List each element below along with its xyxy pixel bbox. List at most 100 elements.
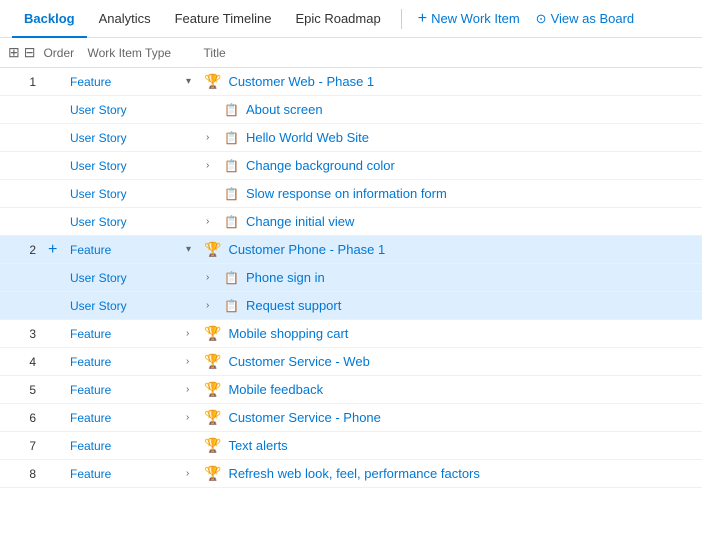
cell-order: 7 <box>8 439 48 453</box>
cell-title: › 📋 Hello World Web Site <box>186 130 694 145</box>
cell-title: ▾ 🏆 Customer Phone - Phase 1 <box>186 241 694 258</box>
table-row[interactable]: User Story 📋 About screen <box>0 96 702 124</box>
cell-title: ›🏆Refresh web look, feel, performance fa… <box>186 465 694 482</box>
story-icon: 📋 <box>224 131 239 145</box>
item-title-text[interactable]: Customer Web - Phase 1 <box>228 74 374 89</box>
cell-title: ›📋Change background color <box>186 158 694 173</box>
item-title-text[interactable]: Customer Service - Phone <box>228 410 380 425</box>
cell-work-item-type: User Story <box>66 271 186 285</box>
table-row[interactable]: 3 Feature›🏆Mobile shopping cart <box>0 320 702 348</box>
collapse-chevron-icon[interactable]: › <box>186 328 198 339</box>
feature-icon: 🏆 <box>204 437 221 454</box>
collapse-all-icon[interactable]: ⊟ <box>24 44 36 61</box>
item-title-text[interactable]: About screen <box>246 102 323 117</box>
cell-title: ›🏆Customer Service - Web <box>186 353 694 370</box>
table-row[interactable]: 6Feature›🏆Customer Service - Phone <box>0 404 702 432</box>
cell-title: › 📋 Change initial view <box>186 214 694 229</box>
column-order-header: Order <box>43 46 83 60</box>
story-icon: 📋 <box>224 103 239 117</box>
expand-chevron-icon[interactable]: ▾ <box>186 76 198 87</box>
backlog-table: 1Feature▾🏆Customer Web - Phase 1User Sto… <box>0 68 702 488</box>
add-row-button[interactable]: + <box>48 241 64 259</box>
collapse-chevron-icon[interactable]: › <box>206 272 218 283</box>
view-as-board-label: View as Board <box>551 11 635 26</box>
nav-divider <box>401 9 402 29</box>
item-title-text[interactable]: Text alerts <box>228 438 287 453</box>
item-title-text[interactable]: Change initial view <box>246 214 354 229</box>
table-row[interactable]: User Story 📋 Slow response on information … <box>0 180 702 208</box>
cell-work-item-type: User Story <box>66 187 186 201</box>
cell-title: 🏆 Text alerts <box>186 437 694 454</box>
cell-work-item-type: Feature <box>66 439 186 453</box>
new-work-item-button[interactable]: + New Work Item <box>410 0 528 38</box>
collapse-chevron-icon[interactable]: › <box>206 216 218 227</box>
item-title-text[interactable]: Mobile feedback <box>228 382 323 397</box>
item-title-text[interactable]: Refresh web look, feel, performance fact… <box>228 466 479 481</box>
tab-epic-roadmap[interactable]: Epic Roadmap <box>283 0 392 38</box>
feature-icon: 🏆 <box>204 381 221 398</box>
cell-work-item-type: User Story <box>66 103 186 117</box>
story-icon: 📋 <box>224 215 239 229</box>
tab-backlog[interactable]: Backlog <box>12 0 87 38</box>
table-row[interactable]: User Story › 📋 Phone sign in <box>0 264 702 292</box>
table-row[interactable]: 5Feature›🏆Mobile feedback <box>0 376 702 404</box>
item-title-text[interactable]: Phone sign in <box>246 270 325 285</box>
cell-work-item-type: Feature <box>66 467 186 481</box>
collapse-chevron-icon[interactable]: › <box>206 132 218 143</box>
cell-title: › 🏆 Mobile feedback <box>186 381 694 398</box>
feature-icon: 🏆 <box>204 73 221 90</box>
top-navigation: Backlog Analytics Feature Timeline Epic … <box>0 0 702 38</box>
cell-title: ▾ 🏆 Customer Web - Phase 1 <box>186 73 694 90</box>
cell-order: 6 <box>8 411 48 425</box>
tab-feature-timeline[interactable]: Feature Timeline <box>163 0 284 38</box>
cell-title: ›🏆Mobile shopping cart <box>186 325 694 342</box>
collapse-chevron-icon[interactable]: › <box>186 412 198 423</box>
cell-title: 📋 Slow response on information form <box>186 186 694 201</box>
cell-work-item-type: User Story <box>66 159 186 173</box>
cell-order: 4 <box>8 355 48 369</box>
collapse-chevron-icon[interactable]: › <box>206 300 218 311</box>
table-row[interactable]: User Story›📋Change initial view <box>0 208 702 236</box>
table-row[interactable]: User Story›📋Change background color <box>0 152 702 180</box>
cell-title: › 📋 Request support <box>186 298 694 313</box>
cell-order: 2 <box>8 243 48 257</box>
cell-work-item-type: Feature <box>66 243 186 257</box>
collapse-chevron-icon[interactable]: › <box>206 160 218 171</box>
view-as-board-button[interactable]: ⊙ View as Board <box>528 0 643 38</box>
story-icon: 📋 <box>224 271 239 285</box>
table-row[interactable]: User Story›📋Hello World Web Site <box>0 124 702 152</box>
story-icon: 📋 <box>224 187 239 201</box>
feature-icon: 🏆 <box>204 241 221 258</box>
cell-work-item-type: Feature <box>66 75 186 89</box>
collapse-chevron-icon[interactable]: › <box>186 384 198 395</box>
table-row[interactable]: 1 Feature▾ 🏆 Customer Web - Phase 1 <box>0 68 702 96</box>
table-row[interactable]: 2+Feature▾ 🏆 Customer Phone - Phase 1 <box>0 236 702 264</box>
table-row[interactable]: 4 Feature›🏆Customer Service - Web <box>0 348 702 376</box>
feature-icon: 🏆 <box>204 409 221 426</box>
table-row[interactable]: 7 Feature 🏆 Text alerts <box>0 432 702 460</box>
cell-order: 3 <box>8 327 48 341</box>
expand-chevron-icon[interactable]: ▾ <box>186 244 198 255</box>
item-title-text[interactable]: Customer Phone - Phase 1 <box>228 242 385 257</box>
tab-analytics[interactable]: Analytics <box>87 0 163 38</box>
cell-title: › 📋 Phone sign in <box>186 270 694 285</box>
collapse-chevron-icon[interactable]: › <box>186 356 198 367</box>
item-title-text[interactable]: Slow response on information form <box>246 186 447 201</box>
story-icon: 📋 <box>224 299 239 313</box>
column-title-header: Title <box>203 46 694 60</box>
cell-work-item-type: Feature <box>66 355 186 369</box>
expand-all-icon[interactable]: ⊞ <box>8 44 20 61</box>
cell-work-item-type: Feature <box>66 327 186 341</box>
plus-icon: + <box>418 10 427 28</box>
item-title-text[interactable]: Change background color <box>246 158 395 173</box>
item-title-text[interactable]: Customer Service - Web <box>228 354 369 369</box>
collapse-chevron-icon[interactable]: › <box>186 468 198 479</box>
item-title-text[interactable]: Hello World Web Site <box>246 130 369 145</box>
table-row[interactable]: 8Feature›🏆Refresh web look, feel, perfor… <box>0 460 702 488</box>
cell-order: 5 <box>8 383 48 397</box>
cell-order: 1 <box>8 75 48 89</box>
table-row[interactable]: User Story›📋Request support <box>0 292 702 320</box>
expand-collapse-controls[interactable]: ⊞ ⊟ <box>8 44 35 61</box>
item-title-text[interactable]: Request support <box>246 298 341 313</box>
item-title-text[interactable]: Mobile shopping cart <box>228 326 348 341</box>
